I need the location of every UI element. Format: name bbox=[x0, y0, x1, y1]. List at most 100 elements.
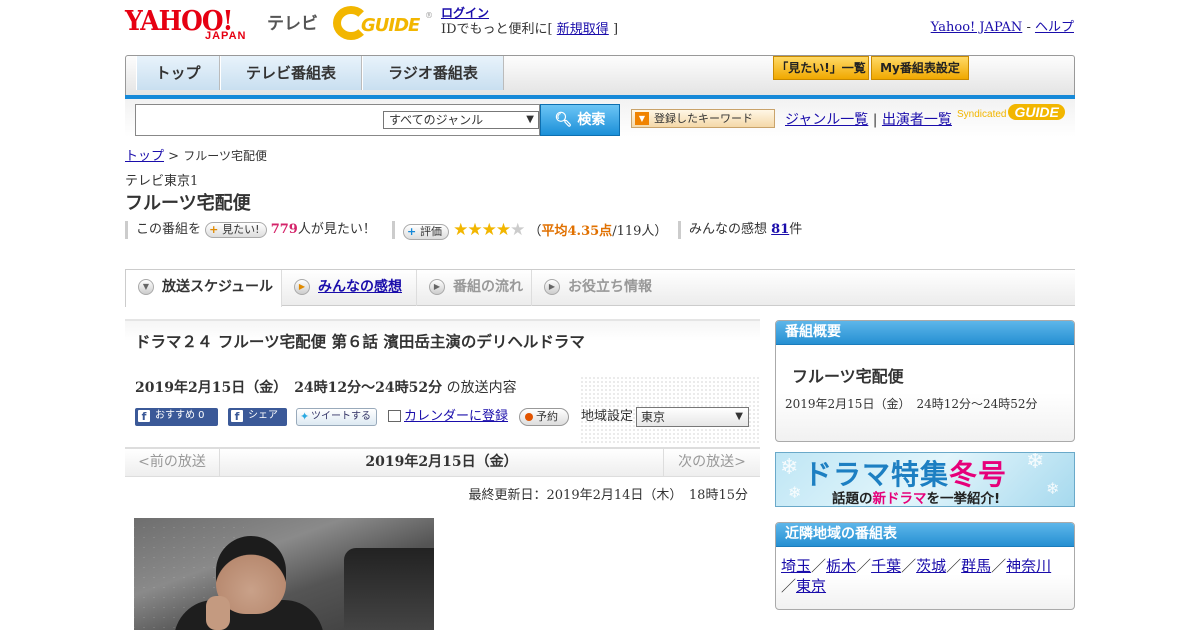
neighbor-header: 近隣地域の番組表 bbox=[776, 523, 1074, 547]
login-area: ログイン IDでもっと便利に[ 新規取得 ] bbox=[441, 5, 618, 38]
impressions-count-link[interactable]: 81 bbox=[771, 222, 789, 237]
region-link-tokyo[interactable]: 東京 bbox=[796, 577, 826, 595]
link-separator: ／ bbox=[781, 577, 797, 595]
search-icon: 🔍︎ bbox=[554, 112, 573, 128]
dropdown-arrow-icon: ▼ bbox=[735, 411, 743, 422]
search-link-divider: | bbox=[872, 112, 878, 128]
search-button-label: 検索 bbox=[577, 112, 606, 128]
syndicated-text: Syndicated bbox=[957, 109, 1007, 120]
cast-list-link[interactable]: 出演者一覧 bbox=[882, 112, 952, 128]
chevron-right-icon: ▶ bbox=[429, 279, 445, 295]
genre-list-link[interactable]: ジャンル一覧 bbox=[785, 112, 868, 128]
region-link-ibaraki[interactable]: 茨城 bbox=[916, 557, 946, 575]
signup-link[interactable]: 新規取得 bbox=[557, 22, 609, 37]
mitai-list-button[interactable]: 「見たい!」一覧 bbox=[773, 56, 869, 80]
breadcrumb-current: フルーツ宅配便 bbox=[183, 149, 267, 163]
calendar-register-link[interactable]: カレンダーに登録 bbox=[388, 408, 508, 426]
snowflake-icon: ❄ bbox=[788, 483, 802, 502]
link-separator: ／ bbox=[991, 557, 1007, 575]
photo-car bbox=[344, 548, 434, 630]
login-link[interactable]: ログイン bbox=[441, 6, 489, 20]
nav-tab-tv-schedule[interactable]: テレビ番組表 bbox=[220, 56, 362, 90]
tab-impressions[interactable]: ▶ みんなの感想 bbox=[282, 270, 417, 306]
star-filled-icon: ★★★★ bbox=[453, 220, 511, 240]
top-link-separator: - bbox=[1026, 20, 1031, 35]
broadcast-pager: <前の放送 2019年2月15日（金） 次の放送> bbox=[125, 447, 760, 477]
drama-special-banner[interactable]: ❄ ❄ ❄ ❄ ドラマ特集冬号 話題の新ドラマを一挙紹介! bbox=[775, 452, 1075, 507]
global-nav: トップ テレビ番組表 ラジオ番組表 「見たい!」一覧 My番組表設定 bbox=[125, 55, 1075, 100]
reserve-button[interactable]: 予約 bbox=[519, 408, 569, 426]
region-link-tochigi[interactable]: 栃木 bbox=[826, 557, 856, 575]
gguide-logo[interactable]: GUIDE ® bbox=[333, 6, 433, 42]
facebook-share-button[interactable]: f シェア bbox=[228, 408, 287, 426]
plus-icon: + bbox=[209, 222, 219, 236]
breadcrumb-home[interactable]: トップ bbox=[125, 149, 164, 164]
login-suffix: ] bbox=[612, 22, 619, 37]
social-row: f おすすめ 0 f シェア ✦ ツイートする カレンダーに登録 予約 地域設定 東京… bbox=[135, 407, 755, 427]
facebook-recommend-label: おすすめ 0 bbox=[155, 410, 205, 421]
link-separator: ／ bbox=[901, 557, 917, 575]
region-link-saitama[interactable]: 埼玉 bbox=[781, 557, 811, 575]
syndicated-gguide-text: GUIDE bbox=[1008, 104, 1065, 120]
japan-logo-text: JAPAN bbox=[205, 30, 247, 42]
rating-button-label: 評価 bbox=[420, 224, 442, 238]
rating-count: /119人） bbox=[612, 224, 668, 239]
tweet-label: ツイートする bbox=[311, 411, 371, 422]
yahoo-japan-link[interactable]: Yahoo! JAPAN bbox=[931, 20, 1023, 35]
program-overview-box: 番組概要 フルーツ宅配便 2019年2月15日（金） 24時12分～24時52分 bbox=[775, 320, 1075, 442]
record-dot-icon bbox=[525, 413, 533, 421]
syndicated-gguide-logo: Syndicated GUIDE bbox=[957, 104, 1065, 120]
tab-label: 番組の流れ bbox=[453, 279, 523, 295]
breadcrumb: トップ > フルーツ宅配便 bbox=[125, 145, 267, 164]
snowflake-icon: ❄ bbox=[1046, 479, 1060, 498]
program-subtabs: ▼ 放送スケジュール ▶ みんなの感想 ▶ 番組の流れ ▶ お役立ち情報 bbox=[125, 269, 1075, 307]
episode-datetime-suffix: の放送内容 bbox=[446, 380, 517, 396]
yahoo-tv-logo[interactable]: YAHOO! JAPAN テレビ bbox=[125, 6, 320, 42]
banner-subtitle: 話題の新ドラマを一挙紹介! bbox=[832, 487, 1000, 506]
calendar-icon bbox=[388, 410, 401, 422]
program-title: フルーツ宅配便 bbox=[125, 193, 251, 214]
my-schedule-button[interactable]: My番組表設定 bbox=[871, 56, 969, 80]
snowflake-icon: ❄ bbox=[1026, 452, 1045, 474]
region-link-gunma[interactable]: 群馬 bbox=[961, 557, 991, 575]
link-separator: ／ bbox=[811, 557, 827, 575]
rating-average: 平均4.35点 bbox=[541, 224, 613, 239]
mitai-suffix: 人が見たい！ bbox=[297, 222, 376, 237]
region-link-chiba[interactable]: 千葉 bbox=[871, 557, 901, 575]
overview-date: 2019年2月15日（金） 24時12分～24時52分 bbox=[785, 397, 1038, 411]
tv-logo-text: テレビ bbox=[267, 14, 318, 34]
genre-select[interactable]: すべてのジャンル ▼ bbox=[383, 111, 539, 129]
link-separator: ／ bbox=[946, 557, 962, 575]
facebook-share-label: シェア bbox=[248, 410, 278, 421]
snowflake-icon: ❄ bbox=[780, 455, 799, 480]
registered-icon: ® bbox=[425, 11, 433, 20]
registered-keyword-button[interactable]: ▼ 登録したキーワード bbox=[631, 109, 775, 128]
tab-label: 放送スケジュール bbox=[162, 279, 274, 295]
prev-broadcast: <前の放送 bbox=[125, 449, 220, 477]
region-select-value: 東京 bbox=[641, 410, 666, 424]
region-link-kanagawa[interactable]: 神奈川 bbox=[1006, 557, 1051, 575]
mitai-button-label: 見たい! bbox=[222, 222, 260, 236]
episode-datetime: 2019年2月15日（金） 24時12分～24時52分 bbox=[135, 380, 443, 396]
nav-tab-radio-schedule[interactable]: ラジオ番組表 bbox=[362, 56, 504, 90]
help-link[interactable]: ヘルプ bbox=[1035, 20, 1074, 35]
tab-useful-info: ▶ お役立ち情報 bbox=[532, 270, 672, 306]
link-separator: ／ bbox=[856, 557, 872, 575]
facebook-recommend-button[interactable]: f おすすめ 0 bbox=[135, 408, 218, 426]
tab-broadcast-schedule[interactable]: ▼ 放送スケジュール bbox=[125, 270, 282, 307]
last-updated: 最終更新日：2019年2月14日（木） 18時15分 bbox=[468, 488, 748, 503]
episode-header: ドラマ２４ フルーツ宅配便 第６話 濱田岳主演のデリヘルドラマ 2019年2月1… bbox=[125, 319, 760, 445]
rating-button[interactable]: + 評価 bbox=[403, 223, 449, 240]
plus-icon: + bbox=[407, 224, 417, 238]
gguide-logo-text: GUIDE bbox=[361, 15, 420, 36]
region-select[interactable]: 東京 ▼ bbox=[636, 407, 749, 427]
episode-title: ドラマ２４ フルーツ宅配便 第６話 濱田岳主演のデリヘルドラマ bbox=[135, 333, 585, 351]
nav-tab-top[interactable]: トップ bbox=[136, 56, 220, 90]
rating-stars: ★★★★★ bbox=[453, 220, 525, 240]
program-stats: この番組を + 見たい! 779人が見たい！ + 評価 ★★★★★ （平均4.35点… bbox=[125, 220, 825, 240]
search-button[interactable]: 🔍︎ 検索 bbox=[540, 104, 620, 136]
login-prompt: IDでもっと便利に[ bbox=[441, 22, 553, 37]
mitai-button[interactable]: + 見たい! bbox=[205, 221, 267, 238]
tweet-button[interactable]: ✦ ツイートする bbox=[296, 408, 377, 426]
star-empty-icon: ★ bbox=[510, 220, 525, 240]
